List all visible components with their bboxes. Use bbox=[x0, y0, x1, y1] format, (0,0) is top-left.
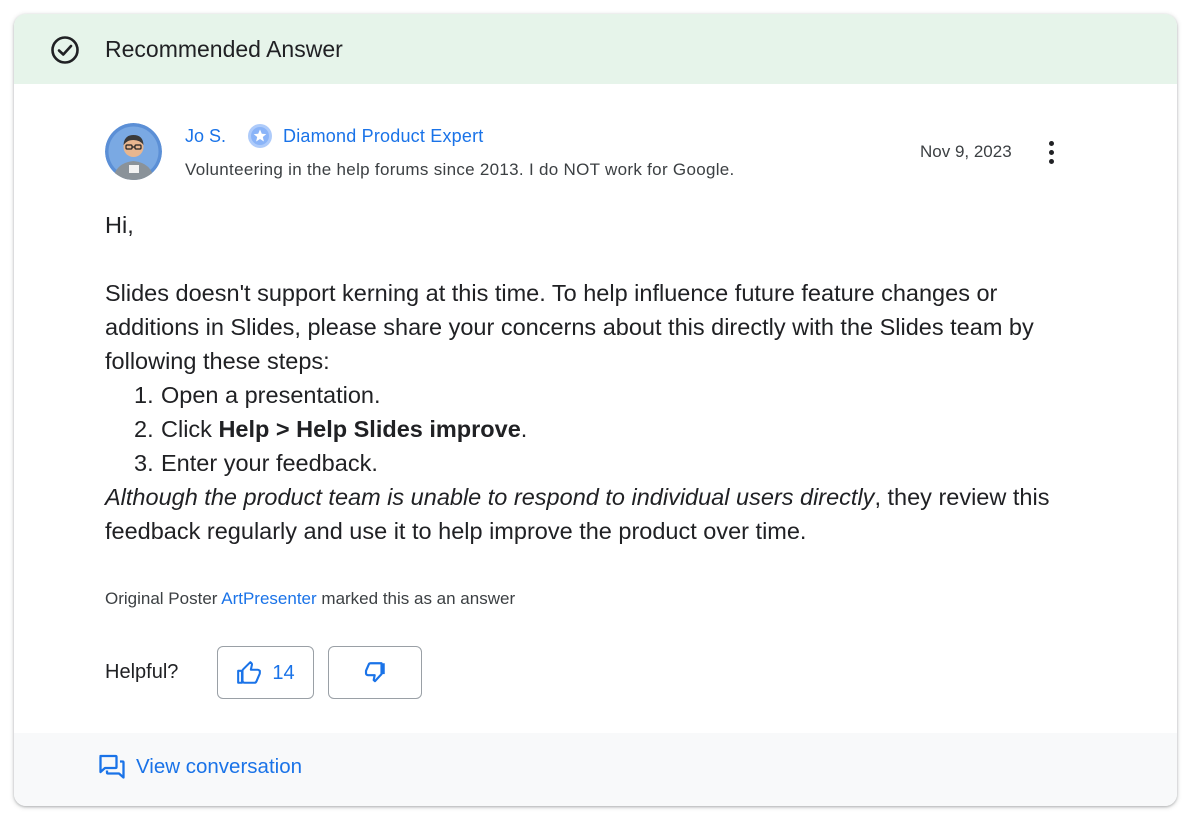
answer-greeting: Hi, bbox=[105, 212, 134, 238]
thumbs-down-button[interactable] bbox=[328, 646, 422, 699]
view-conversation-link[interactable]: View conversation bbox=[98, 753, 302, 781]
star-badge-icon bbox=[248, 124, 272, 148]
answer-intro: Slides doesn't support kerning at this t… bbox=[105, 280, 1034, 374]
check-circle-icon bbox=[51, 36, 79, 64]
recommended-answer-header: Recommended Answer bbox=[14, 14, 1177, 84]
expert-badge-label: Diamond Product Expert bbox=[283, 126, 484, 146]
thumbs-down-icon bbox=[364, 661, 385, 682]
original-poster-link[interactable]: ArtPresenter bbox=[221, 589, 316, 608]
answer-body: Hi, Slides doesn't support kerning at th… bbox=[105, 208, 1085, 548]
steps-list: 1. Open a presentation. 2. Click Help > He… bbox=[105, 378, 1085, 480]
answer-closing: Although the product team is unable to r… bbox=[105, 484, 1050, 544]
thumbs-up-icon bbox=[237, 660, 262, 684]
list-item: 2. Click Help > Help Slides improve. bbox=[134, 416, 528, 442]
recommended-answer-card: Recommended Answer Jo S. Diamond Product… bbox=[14, 14, 1177, 806]
menu-path: Help > Help Slides improve bbox=[218, 416, 521, 442]
thumbs-up-button[interactable]: 14 bbox=[217, 646, 314, 699]
header-title: Recommended Answer bbox=[105, 36, 343, 62]
more-vert-icon bbox=[1048, 140, 1054, 146]
author-bio: Volunteering in the help forums since 20… bbox=[185, 160, 735, 179]
more-options-button[interactable] bbox=[1035, 134, 1067, 170]
list-item: 1. Open a presentation. bbox=[134, 382, 381, 408]
card-footer: View conversation bbox=[14, 733, 1177, 806]
helpful-count: 14 bbox=[272, 661, 295, 684]
author-name[interactable]: Jo S. bbox=[185, 124, 226, 148]
list-item: 3. Enter your feedback. bbox=[134, 450, 378, 476]
author-avatar[interactable] bbox=[105, 123, 162, 180]
answer-mark-note: Original Poster ArtPresenter marked this… bbox=[105, 589, 516, 608]
forum-icon bbox=[99, 754, 125, 779]
post-date: Nov 9, 2023 bbox=[920, 142, 1012, 161]
view-conversation-label: View conversation bbox=[136, 755, 302, 778]
helpful-label: Helpful? bbox=[105, 661, 179, 683]
